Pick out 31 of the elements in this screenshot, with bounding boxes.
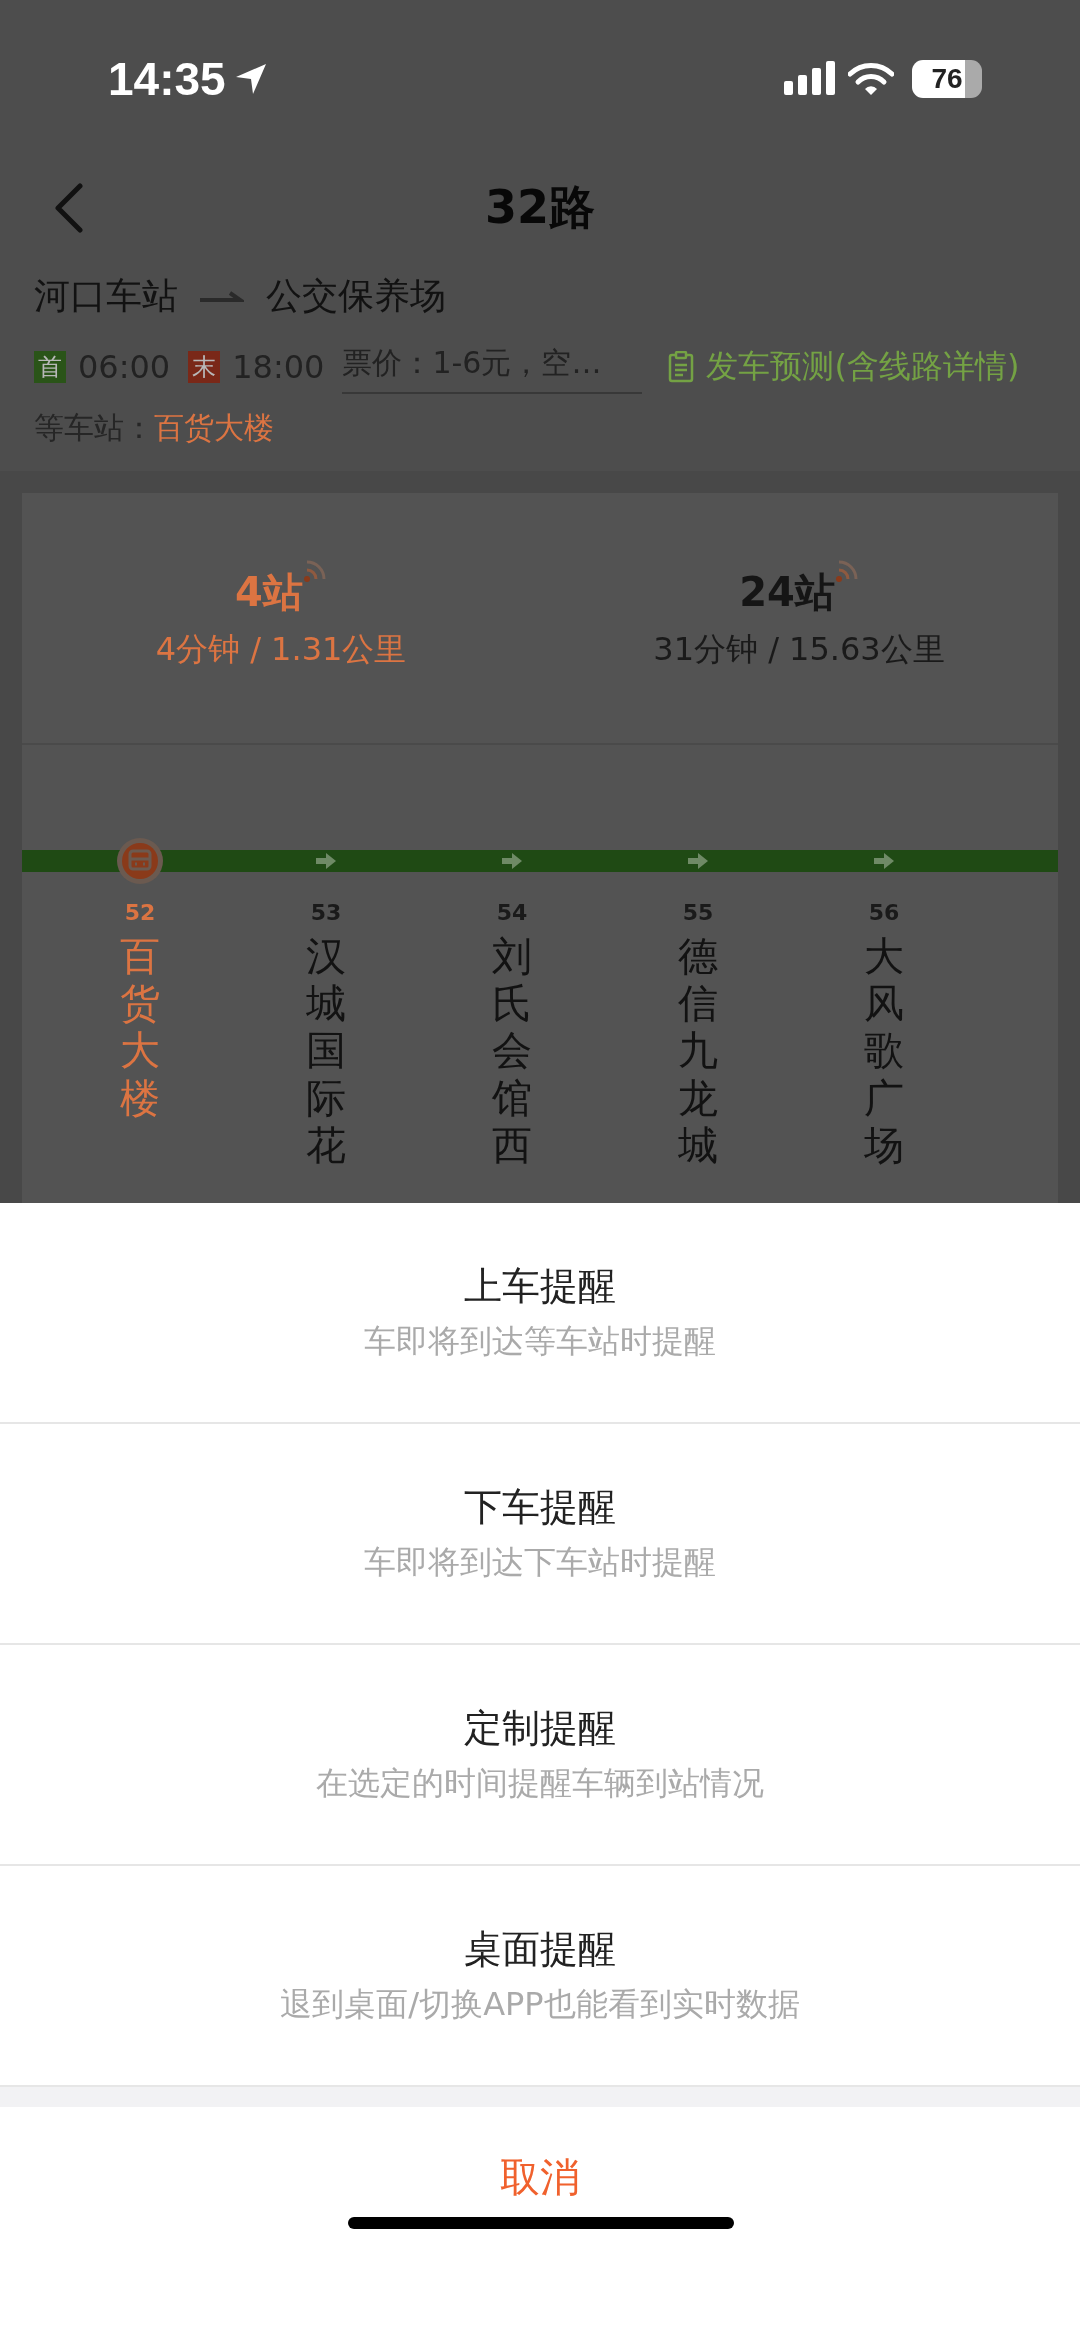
station-name[interactable]: 汉城国际花 (306, 933, 346, 1169)
waiting-station[interactable]: 百货大楼 (154, 408, 274, 449)
realtime-signal-icon (302, 558, 327, 583)
station-name[interactable]: 刘氏会馆西 (492, 933, 532, 1169)
page-title: 32路 (485, 179, 595, 236)
station-number: 54 (496, 900, 528, 925)
realtime-signal-icon (834, 558, 859, 583)
stops-away: 4站 (235, 567, 303, 617)
station-name[interactable]: 百货大楼 (120, 933, 160, 1122)
station-name[interactable]: 德信九龙城 (678, 933, 718, 1169)
station-number: 56 (868, 900, 900, 925)
route-origin: 河口车站 (34, 274, 178, 318)
last-bus-tag: 末 (188, 350, 221, 383)
reminder-option[interactable]: 下车提醒 车即将到达下车站时提醒 (0, 1424, 1080, 1645)
route-destination: 公交保养场 (266, 274, 446, 318)
arrival-detail: 31分钟 / 15.63公里 (653, 628, 945, 670)
station-name[interactable]: 大风歌广场 (864, 933, 904, 1169)
reminder-option[interactable]: 定制提醒 在选定的时间提醒车辆到站情况 (0, 1645, 1080, 1866)
arrival-detail: 4分钟 / 1.31公里 (155, 628, 407, 670)
first-bus-tag: 首 (34, 350, 66, 383)
clipboard-icon (668, 350, 695, 383)
stops-away: 24站 (739, 567, 835, 617)
wifi-icon (848, 62, 894, 96)
station-number: 55 (682, 900, 714, 925)
status-time: 14:35 (108, 52, 226, 106)
forecast-link[interactable]: 发车预测(含线路详情) (706, 344, 1020, 389)
station-number: 53 (310, 900, 342, 925)
reminder-option[interactable]: 上车提醒 车即将到达等车站时提醒 (0, 1203, 1080, 1424)
battery-indicator: 76 (912, 60, 982, 98)
station-number: 52 (124, 900, 156, 925)
back-icon[interactable] (54, 183, 84, 233)
